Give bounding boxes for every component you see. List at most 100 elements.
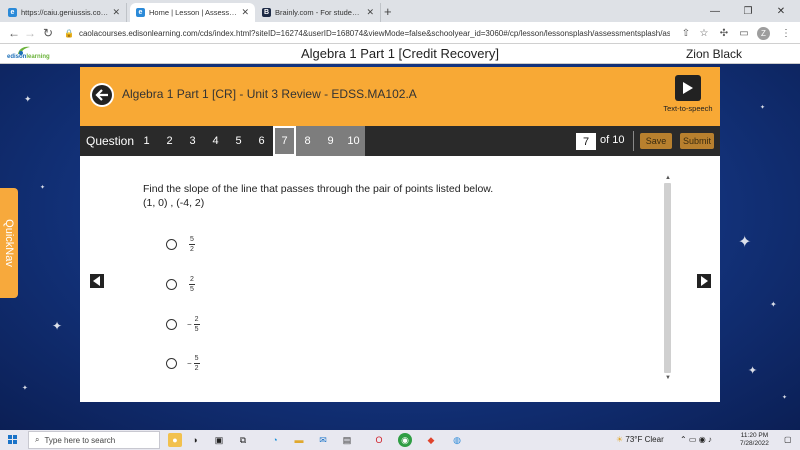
chrome-icon[interactable]: ◉ (398, 433, 412, 447)
forward-arrow-icon[interactable]: → (22, 25, 38, 41)
answer-choice-c[interactable]: − 25 (166, 316, 200, 333)
bookmark-star-icon[interactable]: ☆ (696, 25, 712, 41)
user-name[interactable]: Zion Black (686, 47, 742, 61)
triangle-right-icon (697, 274, 711, 288)
answer-choice-a[interactable]: 52 (166, 236, 195, 253)
opera-icon[interactable]: O (372, 433, 386, 447)
page-total-label: of 10 (600, 134, 625, 146)
radio-button[interactable] (166, 319, 177, 330)
question-number-7[interactable]: 7 (273, 126, 296, 156)
answer-choice-b[interactable]: 25 (166, 276, 195, 293)
mail-icon[interactable]: ✉ (316, 433, 330, 447)
reload-icon[interactable]: ↻ (40, 25, 56, 41)
sparkle-icon: ✦ (782, 395, 788, 401)
share-icon[interactable]: ⇧ (678, 25, 694, 41)
radio-button[interactable] (166, 239, 177, 250)
submit-button[interactable]: Submit (680, 133, 714, 149)
question-label: Question (86, 134, 135, 148)
browser-tab-1[interactable]: e https://caiu.geniussis.com/FEDash... ✕ (2, 3, 127, 22)
notifications-icon[interactable]: ▢ (784, 435, 792, 444)
browser-tab-3[interactable]: B Brainly.com - For students. By stu... … (256, 3, 381, 22)
minimize-icon[interactable]: — (700, 0, 730, 22)
question-number-8[interactable]: 8 (296, 126, 319, 156)
new-tab-button[interactable]: + (384, 4, 392, 19)
sparkle-icon: ✦ (24, 94, 32, 104)
question-number-3[interactable]: 3 (181, 126, 204, 156)
site-header: edisonlearning Algebra 1 Part 1 [Credit … (0, 44, 800, 64)
tts-label: Text-to-speech (663, 104, 713, 113)
save-button[interactable]: Save (640, 133, 672, 149)
search-icon: ⌕ (35, 435, 40, 444)
maximize-icon[interactable]: ❐ (733, 0, 763, 22)
task-view-icon[interactable]: ▣ (212, 433, 226, 447)
question-number-10[interactable]: 10 (342, 126, 365, 156)
question-number-6[interactable]: 6 (250, 126, 273, 156)
radio-button[interactable] (166, 358, 177, 369)
close-window-icon[interactable]: ✕ (766, 0, 796, 22)
scrollbar[interactable] (664, 183, 671, 373)
close-tab-icon[interactable]: ✕ (366, 7, 374, 18)
tab-title: Home | Lesson | Assessment Player (149, 8, 237, 17)
previous-question-button[interactable] (87, 271, 107, 291)
news-widget-icon[interactable]: ● (168, 433, 182, 447)
lesson-back-button[interactable] (90, 83, 114, 107)
tab-title: Brainly.com - For students. By stu... (275, 8, 363, 17)
logo-wordmark: edisonlearning (7, 54, 50, 60)
clock-date: 7/28/2022 (740, 440, 769, 447)
close-tab-icon[interactable]: ✕ (112, 7, 120, 18)
browser-tab-2[interactable]: e Home | Lesson | Assessment Player ✕ (130, 3, 255, 22)
tray-icons[interactable]: ⌃ ▭ ◉ ♪ (680, 435, 712, 444)
people-icon[interactable]: ◑ (188, 433, 202, 447)
edge-favicon-icon: e (8, 8, 17, 17)
sparkle-icon: ✦ (738, 234, 752, 251)
app-icon[interactable]: ◍ (450, 433, 464, 447)
close-tab-icon[interactable]: ✕ (241, 7, 249, 18)
sparkle-icon: ✦ (52, 319, 63, 333)
question-prompt: Find the slope of the line that passes t… (143, 183, 494, 195)
fraction: − 25 (187, 316, 200, 333)
office-icon[interactable]: ◆ (424, 433, 438, 447)
profile-avatar[interactable]: Z (757, 27, 770, 40)
answer-choice-d[interactable]: − 52 (166, 355, 200, 372)
scroll-down-icon[interactable]: ▼ (665, 375, 671, 381)
question-number-4[interactable]: 4 (204, 126, 227, 156)
page-number-input[interactable]: 7 (576, 133, 596, 150)
question-number-1[interactable]: 1 (135, 126, 158, 156)
extensions-icon[interactable]: ✣ (716, 25, 732, 41)
sidebar-toggle-icon[interactable]: ▭ (736, 25, 752, 41)
brainly-favicon-icon: B (262, 8, 271, 17)
fraction: 52 (189, 236, 195, 253)
sparkle-icon: ✦ (770, 300, 777, 309)
clock-time: 11:20 PM (740, 432, 769, 439)
question-number-5[interactable]: 5 (227, 126, 250, 156)
question-points: (1, 0) , (-4, 2) (143, 197, 205, 209)
search-placeholder: Type here to search (44, 435, 116, 445)
quicknav-tab[interactable]: QuickNav (0, 188, 18, 298)
taskbar-clock[interactable]: 11:20 PM 7/28/2022 (740, 432, 769, 448)
text-to-speech-button[interactable]: Text-to-speech (662, 75, 714, 115)
question-number-9[interactable]: 9 (319, 126, 342, 156)
widgets-icon[interactable]: ⧉ (236, 433, 250, 447)
tab-title: https://caiu.geniussis.com/FEDash... (21, 8, 109, 17)
taskbar-search[interactable]: ⌕ Type here to search (28, 431, 160, 449)
browser-tab-bar: e https://caiu.geniussis.com/FEDash... ✕… (0, 0, 800, 22)
url-text: caolacourses.edisonlearning.com/cds/inde… (78, 28, 670, 38)
question-content: Find the slope of the line that passes t… (80, 156, 720, 402)
triangle-left-icon (90, 274, 104, 288)
url-field[interactable]: 🔒 caolacourses.edisonlearning.com/cds/in… (60, 25, 670, 41)
back-arrow-icon[interactable]: ← (6, 25, 22, 41)
lesson-title: Algebra 1 Part 1 [CR] - Unit 3 Review - … (122, 87, 417, 101)
file-explorer-icon[interactable]: ▬ (292, 433, 306, 447)
edge-taskbar-icon[interactable]: ◔ (268, 433, 282, 447)
next-question-button[interactable] (694, 271, 714, 291)
radio-button[interactable] (166, 279, 177, 290)
menu-kebab-icon[interactable]: ⋮ (778, 25, 794, 41)
store-icon[interactable]: ▤ (340, 433, 354, 447)
divider (633, 131, 634, 151)
play-icon (683, 82, 693, 94)
windows-start-icon[interactable] (8, 435, 18, 445)
weather-text[interactable]: ☀ 73°F Clear (616, 435, 664, 444)
scroll-up-icon[interactable]: ▲ (665, 175, 671, 181)
question-number-2[interactable]: 2 (158, 126, 181, 156)
address-bar-row: ← → ↻ 🔒 caolacourses.edisonlearning.com/… (0, 22, 800, 44)
